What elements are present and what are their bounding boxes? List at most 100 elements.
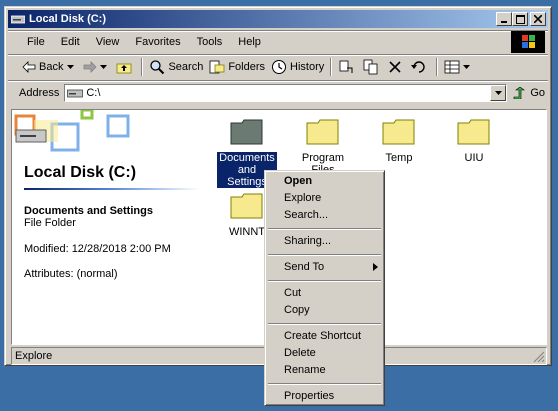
folders-icon xyxy=(209,60,225,74)
menu-item-send-to[interactable]: Send To xyxy=(284,261,324,273)
back-arrow-icon xyxy=(22,61,36,73)
minimize-icon xyxy=(501,21,507,23)
close-icon xyxy=(534,15,542,23)
menu-separator xyxy=(268,228,381,230)
selected-item-type: File Folder xyxy=(24,217,76,229)
forward-button[interactable] xyxy=(80,57,113,77)
history-button[interactable]: History xyxy=(268,57,327,77)
folder-icon xyxy=(457,119,490,145)
menu-tools[interactable]: Tools xyxy=(189,36,231,48)
chevron-down-icon xyxy=(463,64,471,69)
menu-view[interactable]: View xyxy=(88,36,128,48)
drive-title: Local Disk (C:) xyxy=(24,164,137,181)
folder-icon xyxy=(306,119,339,145)
window-title: Local Disk (C:) xyxy=(29,13,107,25)
folder-label: WINNT xyxy=(228,226,266,238)
back-button[interactable]: Back xyxy=(19,57,80,77)
copy-to-button[interactable] xyxy=(360,57,385,77)
chevron-down-icon xyxy=(494,90,502,95)
menu-item-create-shortcut[interactable]: Create Shortcut xyxy=(284,330,361,342)
selected-item-modified: Modified: 12/28/2018 2:00 PM xyxy=(24,243,171,255)
folder-item-program-files[interactable]: Program Files xyxy=(288,118,358,176)
chevron-down-icon xyxy=(67,64,75,69)
menu-file[interactable]: File xyxy=(19,36,53,48)
context-menu: Open Explore Search... Sharing... Send T… xyxy=(264,170,385,406)
menu-item-properties[interactable]: Properties xyxy=(284,390,334,402)
toolbar-divider xyxy=(436,58,439,76)
undo-icon xyxy=(411,61,425,73)
menu-favorites[interactable]: Favorites xyxy=(127,36,188,48)
back-label: Back xyxy=(39,61,64,73)
folder-item-uiu[interactable]: UIU xyxy=(439,118,509,164)
menu-item-rename[interactable]: Rename xyxy=(284,364,326,376)
go-label: Go xyxy=(530,87,545,99)
resize-grip-icon[interactable] xyxy=(533,351,545,363)
go-arrow-icon xyxy=(514,87,526,99)
close-button[interactable] xyxy=(530,12,546,26)
menu-item-delete[interactable]: Delete xyxy=(284,347,316,359)
minimize-button[interactable] xyxy=(496,12,512,26)
title-rule xyxy=(24,188,200,190)
delete-button[interactable] xyxy=(385,57,408,77)
menu-separator xyxy=(268,383,381,385)
menu-help[interactable]: Help xyxy=(230,36,269,48)
folders-label: Folders xyxy=(228,61,266,73)
address-bar: Address C:\ Go xyxy=(19,82,545,104)
undo-button[interactable] xyxy=(408,57,433,77)
web-view-pane: Local Disk (C:) Documents and Settings F… xyxy=(12,110,202,344)
menu-item-copy[interactable]: Copy xyxy=(284,304,310,316)
views-icon xyxy=(444,60,460,74)
selected-item-attributes: Attributes: (normal) xyxy=(24,268,118,280)
menu-separator xyxy=(268,323,381,325)
maximize-icon xyxy=(515,14,525,24)
folder-icon xyxy=(382,119,415,145)
submenu-arrow-icon xyxy=(373,263,378,271)
menu-item-open[interactable]: Open xyxy=(284,175,312,187)
drive-icon xyxy=(11,15,25,24)
status-text: Explore xyxy=(15,350,53,362)
windows-flag-icon xyxy=(522,35,535,48)
folder-label: Temp xyxy=(385,152,413,164)
menu-item-search[interactable]: Search... xyxy=(284,209,328,221)
windows-logo xyxy=(511,31,545,53)
forward-arrow-icon xyxy=(84,61,98,73)
move-to-icon xyxy=(339,60,353,73)
folder-item-temp[interactable]: Temp xyxy=(364,118,434,164)
toolbar-divider xyxy=(141,58,144,76)
up-folder-icon xyxy=(117,63,132,74)
search-button[interactable]: Search xyxy=(146,57,206,77)
address-input[interactable]: C:\ xyxy=(64,84,508,102)
drive-icon xyxy=(67,89,84,98)
views-button[interactable] xyxy=(441,57,476,77)
toolbar-divider xyxy=(330,58,333,76)
standard-toolbar: Back Search Folders History xyxy=(19,56,547,78)
folders-button[interactable]: Folders xyxy=(206,57,268,77)
folder-icon xyxy=(230,193,263,219)
address-value: C:\ xyxy=(86,87,101,99)
title-bar[interactable]: Local Disk (C:) xyxy=(8,10,548,28)
menu-separator xyxy=(268,254,381,256)
search-label: Search xyxy=(168,61,204,73)
up-folder-button[interactable] xyxy=(113,57,138,77)
delete-x-icon xyxy=(389,61,401,73)
menu-separator xyxy=(268,280,381,282)
move-to-button[interactable] xyxy=(335,57,360,77)
history-icon xyxy=(272,60,287,74)
address-label: Address xyxy=(19,87,60,99)
search-icon xyxy=(150,60,165,75)
selected-item-name: Documents and Settings xyxy=(24,205,153,217)
menu-bar: File Edit View Favorites Tools Help xyxy=(19,32,547,52)
history-label: History xyxy=(290,61,325,73)
address-dropdown-button[interactable] xyxy=(490,85,507,101)
menu-item-cut[interactable]: Cut xyxy=(284,287,301,299)
maximize-button[interactable] xyxy=(512,12,528,26)
menu-item-explore[interactable]: Explore xyxy=(284,192,321,204)
go-button[interactable]: Go xyxy=(513,87,545,99)
drive-banner-icon xyxy=(14,110,130,152)
folder-icon xyxy=(230,119,263,145)
menu-item-sharing[interactable]: Sharing... xyxy=(284,235,331,247)
folder-label: UIU xyxy=(464,152,484,164)
menu-edit[interactable]: Edit xyxy=(53,36,88,48)
copy-to-icon xyxy=(363,59,378,75)
chevron-down-icon xyxy=(100,64,108,69)
